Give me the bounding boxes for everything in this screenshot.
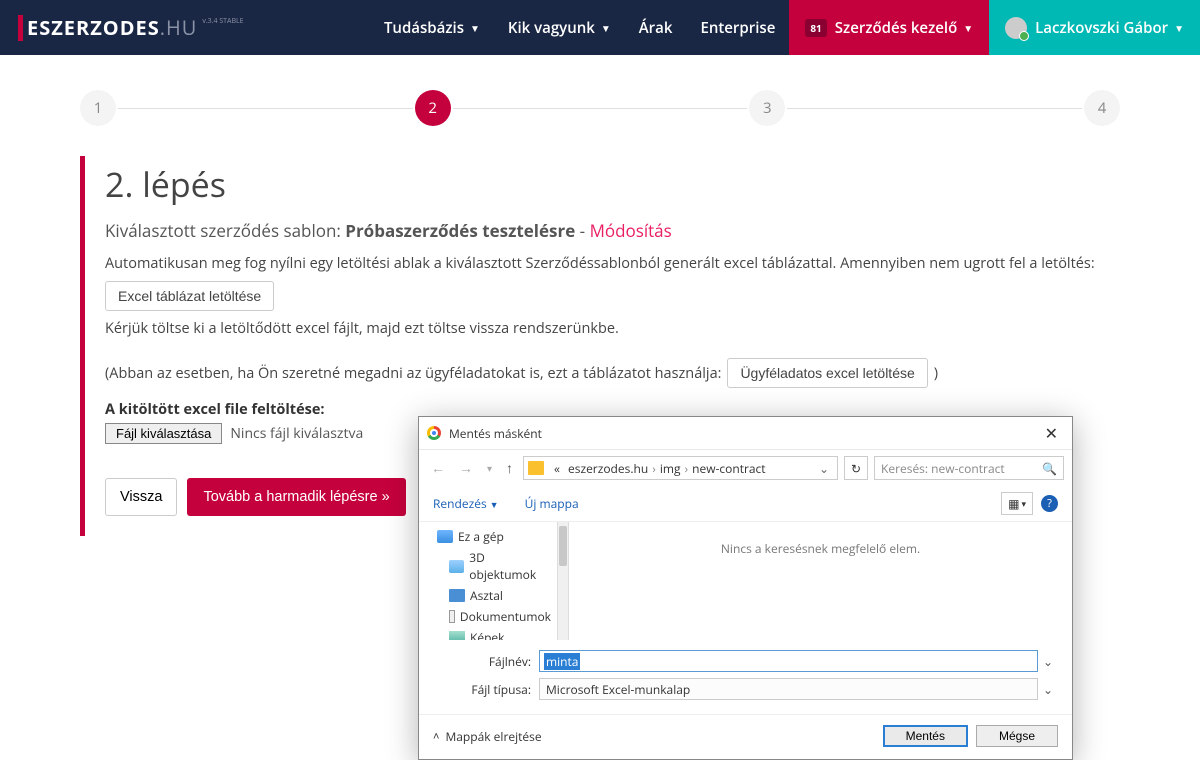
search-icon: 🔍 [1042,460,1057,477]
dialog-fields: Fájlnév: minta ⌄ Fájl típusa: Microsoft … [419,640,1072,710]
tree-item-pictures[interactable]: Képek [419,627,557,640]
step-3[interactable]: 3 [749,90,785,126]
save-button[interactable]: Mentés [883,725,968,747]
notification-badge: 81 [805,19,826,37]
dialog-titlebar: Mentés másként ✕ [419,417,1072,450]
step-2[interactable]: 2 [415,90,451,126]
folder-icon [528,461,544,475]
caret-down-icon: ▼ [963,21,973,35]
caret-down-icon: ▼ [470,21,480,35]
nav-user-menu[interactable]: Laczkovszki Gábor▼ [989,0,1200,55]
chrome-icon [427,426,441,440]
page-title: 2. lépés [105,161,1120,207]
3d-icon [449,560,464,573]
file-status: Nincs fájl kiválasztva [230,424,363,443]
download-excel-button[interactable]: Excel táblázat letöltése [105,281,274,311]
breadcrumb[interactable]: new-contract [688,458,769,479]
step-1[interactable]: 1 [80,90,116,126]
filename-label: Fájlnév: [433,653,539,670]
step-line [453,108,748,109]
pc-icon [437,530,453,543]
nav-tudasbazis[interactable]: Tudásbázis▼ [370,0,494,55]
breadcrumb[interactable]: eszerzodes.hu [564,458,652,479]
step-4[interactable]: 4 [1084,90,1120,126]
folder-tree: Ez a gép 3D objektumok Asztal Dokumentum… [419,522,557,640]
download-client-excel-button[interactable]: Ügyféladatos excel letöltése [727,358,927,388]
dialog-toolbar: Rendezés▼ Új mappa ▦▾ ? [419,486,1072,522]
view-options-button[interactable]: ▦▾ [1001,492,1033,515]
nav-enterprise[interactable]: Enterprise [686,0,789,55]
tree-item-documents[interactable]: Dokumentumok [419,606,557,627]
back-button[interactable]: Vissza [105,478,177,516]
tree-item-this-pc[interactable]: Ez a gép [419,526,557,547]
caret-down-icon: ▼ [1174,21,1184,35]
dialog-footer: ˄Mappák elrejtése Mentés Mégse [419,714,1072,759]
avatar [1005,17,1027,39]
tree-item-desktop[interactable]: Asztal [419,585,557,606]
pictures-icon [449,631,465,640]
refresh-button[interactable]: ↻ [844,456,868,480]
file-list-empty: Nincs a keresésnek megfelelő elem. [569,522,1072,640]
forward-arrow-icon[interactable]: → [455,457,477,480]
tree-item-3d[interactable]: 3D objektumok [419,547,557,585]
nav-kik-vagyunk[interactable]: Kik vagyunk▼ [494,0,625,55]
path-dropdown-icon[interactable]: ⌄ [815,460,833,477]
logo[interactable]: ESZERZODES.HU v.3.4 STABLE [0,14,262,41]
dialog-title: Mentés másként [449,425,542,442]
logo-bar-icon [18,15,23,41]
breadcrumb-root[interactable]: « [550,458,564,479]
file-select-button[interactable]: Fájl kiválasztása [105,423,222,444]
path-bar[interactable]: « eszerzodes.hu› img› new-contract ⌄ [523,456,838,480]
filetype-select[interactable]: Microsoft Excel-munkalap [539,678,1038,700]
cancel-button[interactable]: Mégse [976,725,1058,747]
breadcrumb[interactable]: img [656,458,685,479]
help-icon[interactable]: ? [1041,495,1058,512]
client-data-row: (Abban az esetben, ha Ön szeretné megadn… [105,358,1120,388]
step-line [787,108,1082,109]
hide-folders-button[interactable]: ˄Mappák elrejtése [433,728,542,745]
info-text-1: Automatikusan meg fog nyílni egy letölté… [105,254,1120,273]
caret-down-icon: ▼ [601,21,611,35]
filename-dropdown-icon[interactable]: ⌄ [1038,653,1058,670]
document-icon [449,610,455,623]
search-input[interactable]: Keresés: new-contract 🔍 [874,456,1064,480]
progress-stepper: 1 2 3 4 [0,55,1200,156]
save-as-dialog: Mentés másként ✕ ← → ▾ ↑ « eszerzodes.hu… [418,416,1073,760]
step-line [118,108,413,109]
search-placeholder: Keresés: new-contract [881,460,1005,477]
tree-scrollbar[interactable] [557,522,569,640]
nav-arak[interactable]: Árak [625,0,687,55]
logo-text: ESZERZODES.HU [27,14,197,41]
next-button[interactable]: Tovább a harmadik lépésre » [187,478,405,516]
version-badge: v.3.4 STABLE [202,17,243,26]
modify-link[interactable]: Módosítás [590,219,672,242]
app-header: ESZERZODES.HU v.3.4 STABLE Tudásbázis▼ K… [0,0,1200,55]
dropdown-history-icon[interactable]: ▾ [483,459,496,477]
dialog-body: Ez a gép 3D objektumok Asztal Dokumentum… [419,522,1072,640]
nav-szerzodes-kezelo[interactable]: 81 Szerződés kezelő▼ [789,0,989,55]
main-nav: Tudásbázis▼ Kik vagyunk▼ Árak Enterprise… [370,0,1200,55]
info-text-2: Kérjük töltse ki a letöltődött excel fáj… [105,319,1120,338]
up-arrow-icon[interactable]: ↑ [502,457,517,480]
filetype-dropdown-icon[interactable]: ⌄ [1038,681,1058,698]
new-folder-button[interactable]: Új mappa [525,495,579,512]
dialog-nav: ← → ▾ ↑ « eszerzodes.hu› img› new-contra… [419,450,1072,486]
desktop-icon [449,589,465,602]
close-icon[interactable]: ✕ [1039,422,1064,444]
filetype-label: Fájl típusa: [433,681,539,698]
selected-template: Kiválasztott szerződés sablon: Próbaszer… [105,219,1120,242]
organize-button[interactable]: Rendezés▼ [433,495,499,512]
filename-input[interactable]: minta [539,650,1038,672]
back-arrow-icon[interactable]: ← [427,457,449,480]
